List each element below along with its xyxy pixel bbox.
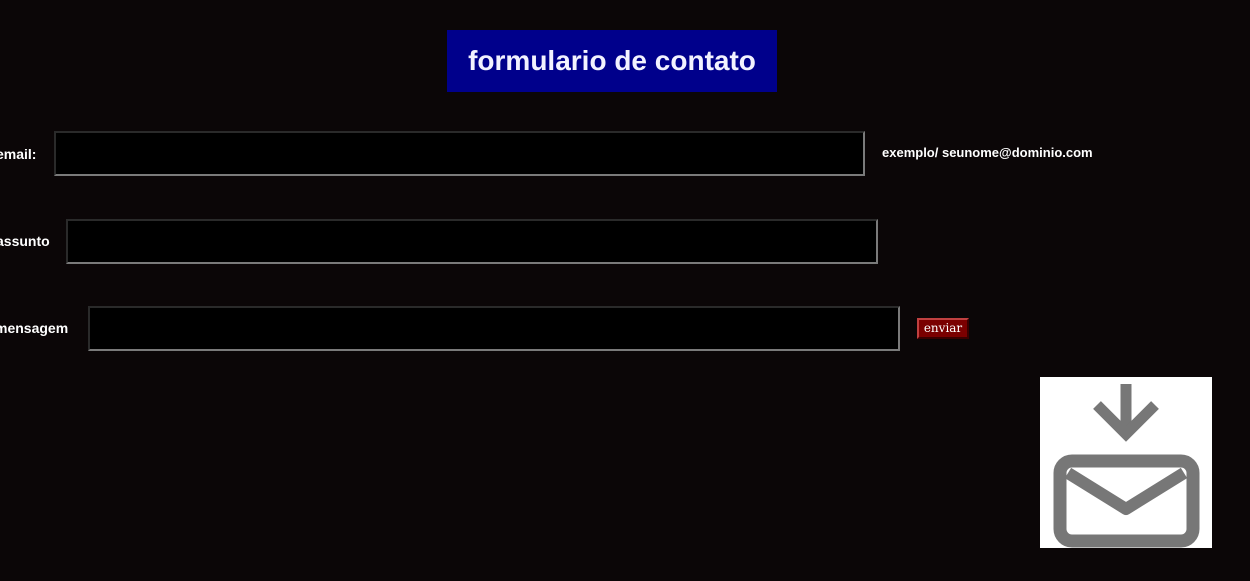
message-label: mensagem [0,320,69,336]
page-title: formulario de contato [447,30,777,92]
message-field[interactable] [88,306,900,351]
subject-label: assunto [0,233,50,249]
subject-field[interactable] [66,219,878,264]
email-hint: exemplo/ seunome@dominio.com [882,145,1093,160]
email-label: email: [0,146,37,162]
email-field[interactable] [54,131,865,176]
send-button[interactable]: enviar [917,318,969,339]
mail-download-icon [1040,377,1212,548]
